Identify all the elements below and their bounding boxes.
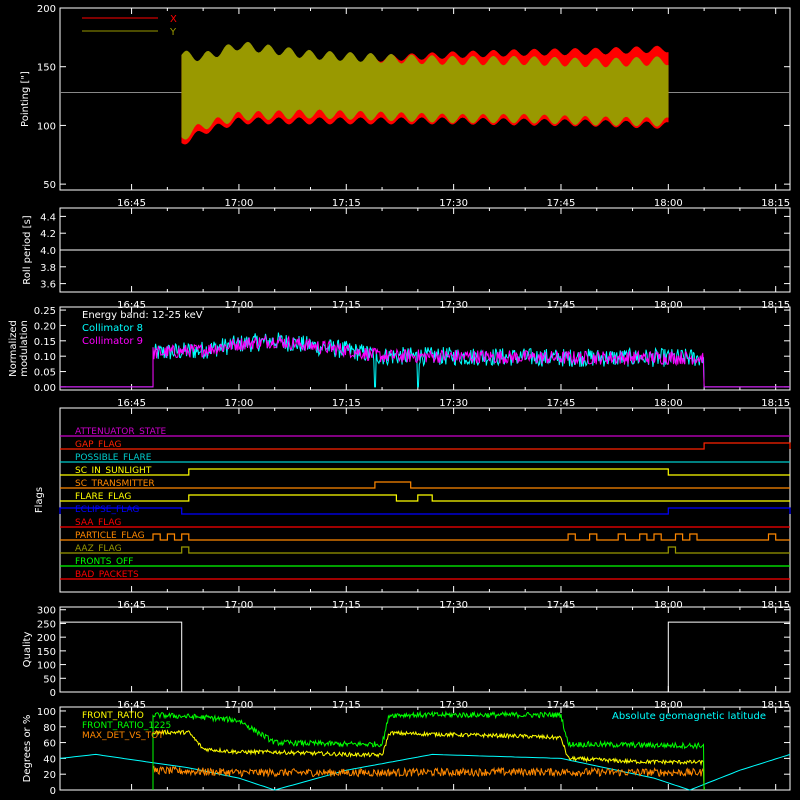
- flag-label-fronts-off: FRONTS_OFF: [75, 557, 133, 567]
- stix-quicklook-chart: 16:45 17:00 17:15 17:30 17:45 18:00 18:15 50 100…: [8, 4, 791, 797]
- y-tick-label: 4.2: [40, 229, 56, 240]
- flag-label-eclipse-flag: ECLIPSE_FLAG: [75, 505, 139, 515]
- flag-line-flare-flag: [60, 494, 790, 502]
- flag-label-flare-flag: FLARE_FLAG: [75, 492, 131, 502]
- y-tick-label: 0.10: [34, 352, 56, 363]
- legend-label-ratio-1: FRONT_RATIO_1225: [82, 721, 171, 731]
- y-axis-label: Normalized: [8, 320, 19, 377]
- x-tick-label: 16:45: [117, 398, 146, 409]
- flag-label-attenuator-state: ATTENUATOR_STATE: [75, 427, 167, 437]
- y-tick-label: 3.8: [40, 263, 56, 274]
- y-tick-label: 20: [43, 770, 56, 781]
- y-tick-label: 80: [43, 723, 56, 734]
- y-axis-label: modulation: [19, 320, 30, 377]
- y-axis-label: Degrees or %: [22, 715, 33, 783]
- y-tick-label: 0.20: [34, 321, 56, 332]
- flag-label-sc-transmitter: SC_TRANSMITTER: [75, 479, 155, 489]
- y-tick-label: 0.00: [34, 383, 56, 394]
- flag-label-particle-flag: PARTICLE_FLAG: [75, 531, 145, 541]
- panel-pointing: 16:45 17:00 17:15 17:30 17:45 18:00 18:15 50 100…: [20, 4, 791, 209]
- flag-label-gap-flag: GAP_FLAG: [75, 440, 121, 450]
- y-tick-label: 100: [37, 661, 56, 672]
- y-tick-label: 0: [50, 786, 56, 797]
- flag-line-eclipse-flag: [59, 507, 791, 515]
- y-tick-label: 4.4: [40, 212, 56, 223]
- y-tick-label: 60: [43, 739, 56, 750]
- y-axis-label: Roll period [s]: [22, 215, 33, 284]
- panel-roll: 16:45 17:00 17:15 17:30 17:45 18:00 18:153.63.…: [22, 207, 791, 311]
- x-tick-label: 17:15: [332, 398, 361, 409]
- legend-label-x: X: [170, 14, 177, 25]
- y-tick-label: 200: [37, 633, 56, 644]
- x-tick-label: 17:45: [547, 398, 576, 409]
- flag-line-particle-flag: [60, 533, 790, 541]
- x-tick-label: 18:15: [761, 198, 790, 209]
- x-tick-label: 18:00: [654, 198, 683, 209]
- x-tick-label: 17:15: [332, 198, 361, 209]
- legend-label-ratio-2: MAX_DET_VS_TOT: [82, 731, 164, 741]
- x-tick-label: 17:00: [225, 198, 254, 209]
- flag-line-gap-flag: [60, 442, 791, 450]
- panel-ratios: 0 20 40 60 80 100 Degrees or % FRONT_RATIOFRONT…: [22, 706, 791, 797]
- legend-label-modulation-2: Collimator 9: [82, 336, 143, 347]
- quality-series: [60, 621, 790, 693]
- legend-label-modulation-1: Collimator 8: [82, 323, 143, 334]
- flag-line-sc-in-sunlight: [60, 468, 790, 476]
- y-tick-label: 100: [37, 121, 56, 132]
- y-tick-label: 50: [43, 180, 56, 191]
- y-axis-label: Flags: [34, 487, 45, 513]
- y-axis-label: Quality: [22, 632, 33, 668]
- y-tick-label: 50: [43, 674, 56, 685]
- flag-label-aaz-flag: AAZ_FLAG: [75, 544, 122, 554]
- y-tick-label: 3.6: [40, 280, 56, 291]
- flag-label-possible-flare: POSSIBLE_FLARE: [75, 453, 152, 463]
- legend-label-geomagnetic-latitude: Absolute geomagnetic latitude: [612, 711, 766, 722]
- x-tick-label: 17:30: [439, 398, 468, 409]
- panel-quality: 16:45 17:00 17:15 17:30 17:45 18:00 18:1505010…: [22, 606, 791, 711]
- y-tick-label: 250: [37, 619, 56, 630]
- y-tick-label: 40: [43, 754, 56, 765]
- flag-label-sc-in-sunlight: SC_IN_SUNLIGHT: [75, 466, 152, 476]
- y-tick-label: 200: [37, 4, 56, 15]
- flag-label-saa-flag: SAA_FLAG: [75, 518, 121, 528]
- y-tick-label: 0.25: [34, 306, 56, 317]
- legend-label-y: Y: [169, 27, 177, 38]
- flag-label-bad-packets: BAD_PACKETS: [75, 570, 139, 580]
- legend-label-modulation-0: Energy band: 12-25 keV: [82, 310, 203, 321]
- x-tick-label: 18:15: [761, 398, 790, 409]
- y-axis-label: Pointing ["]: [20, 71, 31, 127]
- x-tick-label: 18:00: [654, 398, 683, 409]
- y-tick-label: 100: [37, 707, 56, 718]
- flag-line-aaz-flag: [60, 546, 790, 554]
- panel-frame: [59, 606, 791, 693]
- y-tick-label: 300: [37, 606, 56, 617]
- panel-flags: 16:45 17:00 17:15 17:30 17:45 18:00 18:15Flags…: [34, 407, 791, 611]
- y-tick-label: 150: [37, 63, 56, 74]
- y-tick-label: 0.05: [34, 368, 56, 379]
- x-tick-label: 17:00: [225, 398, 254, 409]
- legend-label-ratio-0: FRONT_RATIO: [82, 711, 144, 721]
- y-tick-label: 0.15: [34, 337, 56, 348]
- x-tick-label: 17:30: [439, 198, 468, 209]
- x-tick-label: 16:45: [117, 198, 146, 209]
- y-tick-label: 4.0: [40, 246, 56, 257]
- x-tick-label: 17:45: [547, 198, 576, 209]
- flag-line-sc-transmitter: [60, 481, 790, 489]
- y-tick-label: 150: [37, 647, 56, 658]
- y-tick-label: 0: [50, 688, 56, 699]
- front-ratio-series: [152, 729, 705, 791]
- panel-modulation: 16:45 17:00 17:15 17:30 17:45 18:00 18:15 0.00 0…: [8, 306, 791, 409]
- max-det-vs-tot-series: [152, 765, 705, 791]
